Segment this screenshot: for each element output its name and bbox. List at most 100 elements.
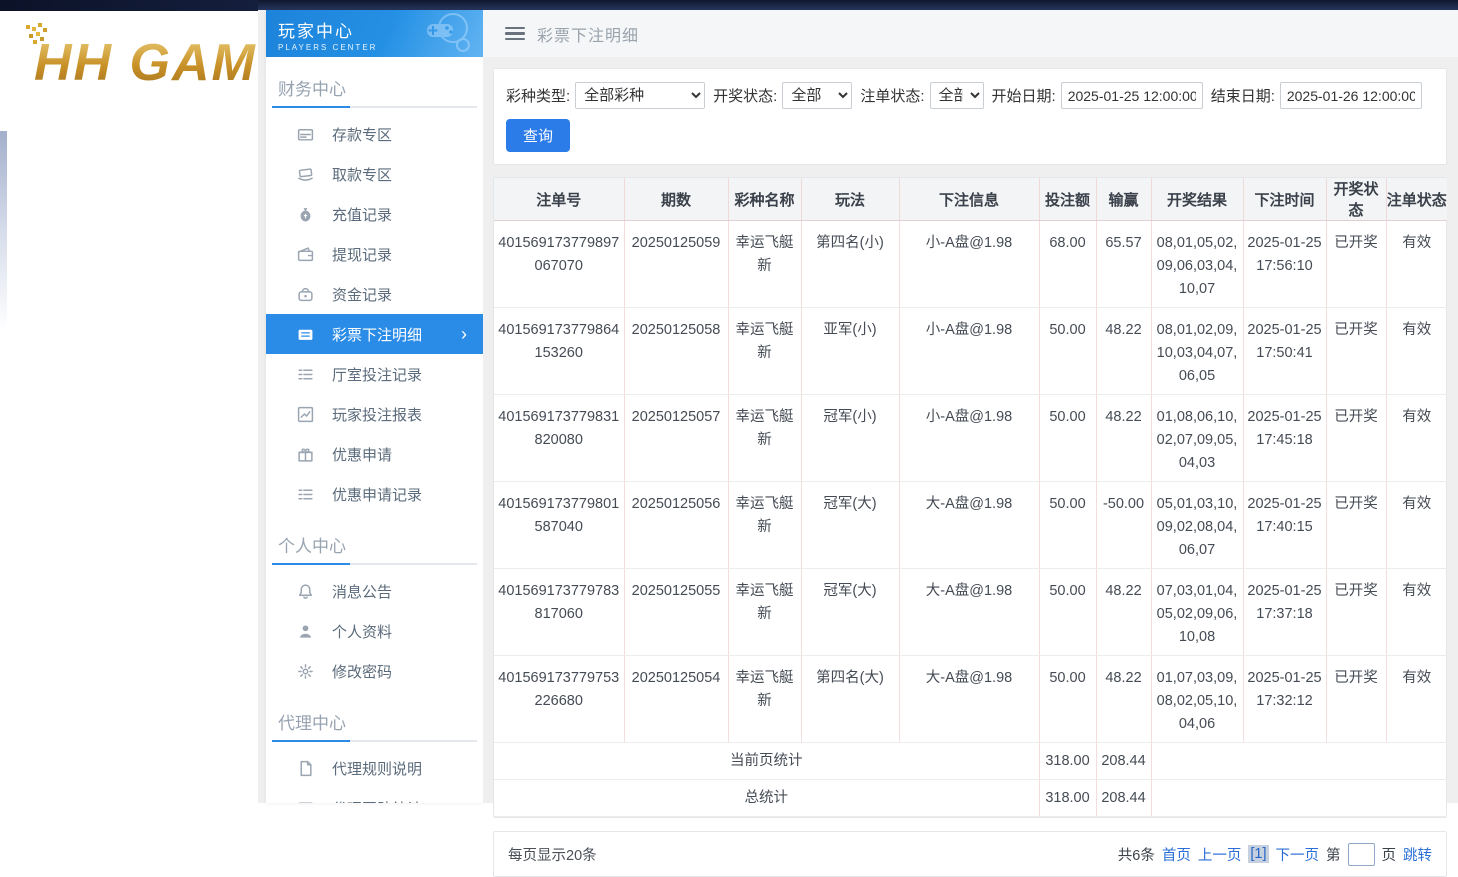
sidebar-item-玩家投注报表[interactable]: 玩家投注报表 [266,394,483,434]
col-draw-result: 开奖结果 [1151,178,1243,221]
cell-play: 亚军(小) [801,308,899,395]
gear-icon [297,663,314,680]
sidebar-section-divider [272,106,477,108]
order-status-label: 注单状态: [860,85,924,106]
table-row: 40156917377978381706020250125055幸运飞艇新冠军(… [494,569,1447,656]
cell-period: 20250125054 [624,656,728,743]
col-order-status: 注单状态 [1386,178,1447,221]
cell-order-no: 401569173779753226680 [494,656,624,743]
cell-order-status: 有效 [1386,656,1447,743]
summary-row: 当前页统计318.00208.44 [494,743,1447,780]
total-count-label: 共6条 [1118,844,1155,865]
lottery-type-select[interactable]: 全部彩种 [575,82,705,109]
sidebar-sections: 财务中心存款专区取款专区充值记录提现记录资金记录彩票下注明细›厅室投注记录玩家投… [266,57,483,803]
cell-play: 冠军(大) [801,569,899,656]
next-page-link[interactable]: 下一页 [1276,844,1320,865]
order-status-select[interactable]: 全部 [930,82,984,109]
cell-lottery-name: 幸运飞艇新 [728,395,801,482]
sidebar-header: 玩家中心 PLAYERS CENTER [266,10,483,57]
col-order-no: 注单号 [494,178,624,221]
cell-bet-time: 2025-01-25 17:56:10 [1243,221,1326,308]
sidebar-item-代理规则说明[interactable]: 代理规则说明 [266,748,483,788]
cell-draw-status: 已开奖 [1326,221,1386,308]
app-window: 玩家中心 PLAYERS CENTER 财务中心存款专区取款专区充值记录提现记录… [258,0,1458,803]
cell-order-status: 有效 [1386,482,1447,569]
sidebar-item-优惠申请[interactable]: 优惠申请 [266,434,483,474]
list-icon [297,486,314,503]
end-date-label: 结束日期: [1211,85,1275,106]
cell-bet-time: 2025-01-25 17:50:41 [1243,308,1326,395]
col-bet-info: 下注信息 [899,178,1039,221]
summary-label: 总统计 [494,780,1039,817]
per-page-label: 每页显示20条 [508,844,597,865]
sidebar-item-消息公告[interactable]: 消息公告 [266,571,483,611]
col-play: 玩法 [801,178,899,221]
bell-icon [297,583,314,600]
end-date-input[interactable] [1280,82,1422,109]
bet-detail-icon [297,326,314,343]
sidebar: 玩家中心 PLAYERS CENTER 财务中心存款专区取款专区充值记录提现记录… [266,10,483,803]
summary-label: 当前页统计 [494,743,1039,780]
cell-lottery-name: 幸运飞艇新 [728,569,801,656]
cell-bet-info: 小-A盘@1.98 [899,221,1039,308]
sidebar-item-label: 提现记录 [332,244,392,265]
sidebar-item-厅室投注记录[interactable]: 厅室投注记录 [266,354,483,394]
page-number-input[interactable] [1348,843,1375,866]
sidebar-item-label: 充值记录 [332,204,392,225]
cell-draw-status: 已开奖 [1326,308,1386,395]
sidebar-item-资金记录[interactable]: 资金记录 [266,274,483,314]
sidebar-item-彩票下注明细[interactable]: 彩票下注明细› [266,314,483,354]
sidebar-item-提现记录[interactable]: 提现记录 [266,234,483,274]
cell-win-loss: 48.22 [1096,656,1151,743]
cell-order-status: 有效 [1386,308,1447,395]
table-row: 40156917377989706707020250125059幸运飞艇新第四名… [494,221,1447,308]
sidebar-item-优惠申请记录[interactable]: 优惠申请记录 [266,474,483,514]
table-body: 40156917377989706707020250125059幸运飞艇新第四名… [494,221,1447,817]
cell-draw-status: 已开奖 [1326,656,1386,743]
cell-bet-amount: 50.00 [1039,569,1096,656]
id-card-icon [297,800,314,804]
sidebar-section-divider [272,740,477,742]
pagination-panel: 每页显示20条 共6条 首页 上一页 [1] 下一页 第 页 跳转 [493,831,1447,877]
page-prefix-label: 第 [1326,844,1341,865]
page-title: 彩票下注明细 [537,22,639,46]
hamburger-menu-icon[interactable] [505,27,525,41]
draw-status-select[interactable]: 全部 [782,82,852,109]
summary-bet-total: 318.00 [1039,743,1096,780]
gift-icon [297,446,314,463]
cell-order-no: 401569173779831820080 [494,395,624,482]
sidebar-item-存款专区[interactable]: 存款专区 [266,114,483,154]
query-button[interactable]: 查询 [506,119,570,152]
cell-bet-info: 小-A盘@1.98 [899,395,1039,482]
sidebar-item-充值记录[interactable]: 充值记录 [266,194,483,234]
withdraw-hand-icon [297,166,314,183]
cell-draw-status: 已开奖 [1326,569,1386,656]
jump-link[interactable]: 跳转 [1403,844,1432,865]
sidebar-item-取款专区[interactable]: 取款专区 [266,154,483,194]
bet-table: 注单号期数彩种名称玩法下注信息投注额输赢开奖结果下注时间开奖状态注单状态 401… [494,178,1447,817]
cell-lottery-name: 幸运飞艇新 [728,221,801,308]
summary-empty [1151,780,1447,817]
site-logo-zone: HH GAME [0,11,258,131]
content: 彩种类型: 全部彩种 开奖状态: 全部 注单状态: 全部 开始日期: 结束日期: [483,57,1458,877]
cell-play: 冠军(小) [801,395,899,482]
table-header-row: 注单号期数彩种名称玩法下注信息投注额输赢开奖结果下注时间开奖状态注单状态 [494,178,1447,221]
start-date-input[interactable] [1061,82,1203,109]
prev-page-link[interactable]: 上一页 [1198,844,1242,865]
moneybag-icon [297,206,314,223]
sidebar-item-代理团队统计[interactable]: 代理团队统计 [266,788,483,803]
cell-draw-result: 01,07,03,09,08,02,05,10,04,06 [1151,656,1243,743]
table-row: 40156917377986415326020250125058幸运飞艇新亚军(… [494,308,1447,395]
person-icon [297,623,314,640]
summary-empty [1151,743,1447,780]
first-page-link[interactable]: 首页 [1162,844,1191,865]
sidebar-item-label: 资金记录 [332,284,392,305]
document-icon [297,760,314,777]
sidebar-item-个人资料[interactable]: 个人资料 [266,611,483,651]
summary-bet-total: 318.00 [1039,780,1096,817]
sidebar-item-label: 代理规则说明 [332,758,422,779]
sidebar-section-title-1: 个人中心 [266,514,483,563]
sidebar-item-修改密码[interactable]: 修改密码 [266,651,483,691]
sidebar-item-label: 优惠申请记录 [332,484,422,505]
cell-lottery-name: 幸运飞艇新 [728,482,801,569]
